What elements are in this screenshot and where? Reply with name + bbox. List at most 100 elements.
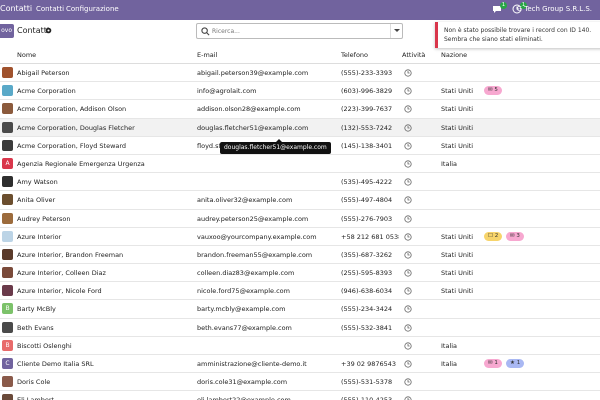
activity-clock-icon[interactable] <box>404 378 412 386</box>
contact-phone: (355)-687-3262 <box>341 250 393 259</box>
column-header-name[interactable]: Nome <box>17 51 36 59</box>
avatar <box>2 121 13 133</box>
avatar <box>2 230 13 242</box>
activity-clock-icon[interactable] <box>404 396 412 400</box>
search-options-toggle[interactable] <box>390 24 402 38</box>
contact-name: Beth Evans <box>17 323 54 332</box>
contact-email: addison.olson28@example.com <box>197 105 301 114</box>
contact-email: beth.evans77@example.com <box>197 323 292 332</box>
table-row[interactable]: C Cliente Demo Italia SRL amministrazione@… <box>0 355 600 374</box>
table-row[interactable]: B Barty McBly barty.mcbly@example.com (555)… <box>0 300 600 319</box>
contact-email: barty.mcbly@example.com <box>197 305 286 314</box>
tag-icon: ✉ <box>510 232 515 239</box>
activity-clock-icon[interactable] <box>404 251 412 259</box>
messages-badge: 1 <box>499 2 507 9</box>
contact-phone: (555)-276-7903 <box>341 214 393 223</box>
tag-badge[interactable]: ☐ 2 <box>484 231 503 241</box>
menu-configuration[interactable]: Configurazione <box>66 5 119 13</box>
activity-clock-icon[interactable] <box>404 160 412 168</box>
column-header-country[interactable]: Nazione <box>441 51 467 59</box>
table-row[interactable]: Azure Interior, Brandon Freeman brandon.f… <box>0 246 600 265</box>
notification-line-2: Sembra che siano stati eliminati. <box>444 36 543 43</box>
table-row[interactable]: Anita Oliver anita.oliver32@example.com (5… <box>0 191 600 210</box>
app-name[interactable]: Contatti <box>0 4 32 13</box>
activity-clock-icon[interactable] <box>404 233 412 241</box>
avatar: C <box>2 358 13 369</box>
contact-country: Stati Uniti <box>441 123 474 132</box>
table-row[interactable]: Azure Interior vauxoo@yourcompany.example… <box>0 228 600 246</box>
avatar <box>2 267 13 279</box>
activity-clock-icon[interactable] <box>404 324 412 332</box>
table-row[interactable]: Acme Corporation, Addison Olson addison.o… <box>0 100 600 119</box>
activity-clock-icon[interactable] <box>404 123 412 132</box>
contact-country: Stati Uniti <box>441 87 474 96</box>
contact-phone: (535)-495-4222 <box>341 178 393 187</box>
contact-phone: (223)-399-7637 <box>341 105 393 114</box>
activity-clock-icon[interactable] <box>404 105 412 113</box>
table-row[interactable]: B Biscotti Oslenghi Italia <box>0 337 600 355</box>
contact-phone: (555)-233-3393 <box>341 69 393 77</box>
contact-phone: (255)-595-8393 <box>341 269 393 278</box>
company-switcher[interactable]: G Tech Group S.R.L.S. <box>517 5 592 13</box>
tag-icon: ☐ <box>488 232 493 239</box>
table-row[interactable]: Amy Watson (535)-495-4222 <box>0 173 600 192</box>
table-row[interactable]: Abigail Peterson abigail.peterson39@examp… <box>0 64 600 83</box>
tag-count: 1 <box>516 360 521 366</box>
avatar <box>2 103 13 115</box>
table-row[interactable]: Eli Lambert eli.lambert22@example.com (555… <box>0 391 600 400</box>
contact-name: Agenzia Regionale Emergenza Urgenza <box>17 159 145 168</box>
column-header-phone[interactable]: Telefono <box>341 51 368 59</box>
activity-clock-icon[interactable] <box>404 142 412 150</box>
activity-clock-icon[interactable] <box>404 360 412 368</box>
gear-icon[interactable] <box>45 27 52 34</box>
search-bar[interactable] <box>196 23 403 39</box>
tag-icon: ✉ <box>488 87 493 94</box>
contact-name: Anita Oliver <box>17 196 56 205</box>
messages-icon[interactable]: 1 <box>492 2 507 16</box>
activity-clock-icon[interactable] <box>404 305 412 314</box>
contact-phone: +39 02 9876543 <box>341 360 397 368</box>
table-row[interactable]: Azure Interior, Nicole Ford nicole.ford75… <box>0 282 600 301</box>
activity-clock-icon[interactable] <box>404 178 412 186</box>
table-row[interactable]: A Agenzia Regionale Emergenza Urgenza Ital… <box>0 155 600 174</box>
table-row[interactable]: Doris Cole doris.cole31@example.com (555)-… <box>0 373 600 392</box>
activity-clock-icon[interactable] <box>404 69 412 77</box>
tag-badge[interactable]: ✉ 3 <box>506 231 524 241</box>
contact-name: Azure Interior, Nicole Ford <box>17 287 102 296</box>
avatar: B <box>2 339 13 351</box>
contact-email: vauxoo@yourcompany.example.com <box>197 232 317 241</box>
activity-clock-icon[interactable] <box>404 214 412 223</box>
top-navbar: Contatti Contatti Configurazione 1 1 G T… <box>0 0 600 20</box>
contact-email: anita.oliver32@example.com <box>197 196 293 205</box>
avatar <box>2 67 13 78</box>
activity-clock-icon[interactable] <box>404 269 412 277</box>
contact-email: info@agrolait.com <box>197 87 257 96</box>
tag-badge[interactable]: ✉ 5 <box>484 86 502 96</box>
tag-count: 1 <box>494 360 498 366</box>
tag-badge[interactable]: ✉ 1 <box>484 359 502 368</box>
activity-clock-icon[interactable] <box>404 342 412 350</box>
search-input[interactable] <box>212 26 387 37</box>
contact-name: Abigail Peterson <box>17 69 70 77</box>
table-row[interactable]: Beth Evans beth.evans77@example.com (555)-… <box>0 319 600 337</box>
table-row[interactable]: Acme Corporation, Douglas Fletcher dougla… <box>0 118 600 137</box>
activity-clock-icon[interactable] <box>404 87 412 95</box>
contact-country: Stati Uniti <box>441 141 474 150</box>
contact-email: colleen.diaz83@example.com <box>197 269 295 278</box>
table-row[interactable]: Azure Interior, Colleen Diaz colleen.diaz… <box>0 264 600 283</box>
activity-clock-icon[interactable] <box>404 287 412 295</box>
tag-badge[interactable]: ★ 1 <box>506 359 525 368</box>
column-header-email[interactable]: E-mail <box>197 51 217 59</box>
contact-email: audrey.peterson25@example.com <box>197 214 309 223</box>
column-header-activity[interactable]: Attività <box>402 51 425 59</box>
avatar <box>2 376 13 388</box>
contact-name: Acme Corporation <box>17 87 76 96</box>
contact-name: Acme Corporation, Floyd Steward <box>17 141 127 150</box>
contact-email: abigail.peterson39@example.com <box>197 69 309 77</box>
new-button[interactable]: ovo <box>0 24 14 38</box>
table-row[interactable]: Acme Corporation info@agrolait.com (603)-9… <box>0 82 600 101</box>
table-row[interactable]: Audrey Peterson audrey.peterson25@example… <box>0 210 600 228</box>
avatar <box>2 248 13 260</box>
activity-clock-icon[interactable] <box>404 196 412 204</box>
menu-contacts[interactable]: Contatti <box>36 5 64 13</box>
